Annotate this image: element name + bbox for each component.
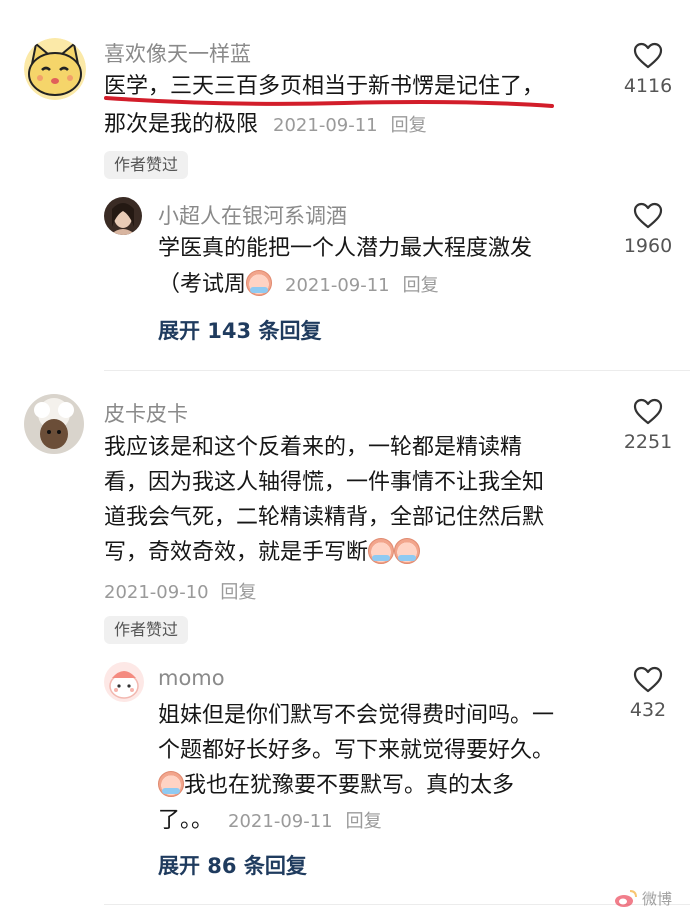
reply-text-line: 了。。 2021-09-11 回复 [158,804,382,839]
reply-button[interactable]: 回复 [220,582,256,603]
comment-username[interactable]: 皮卡皮卡 [104,398,188,428]
avatar-reply-user[interactable] [104,662,144,702]
reply-button[interactable]: 回复 [403,275,439,296]
reply-username[interactable]: momo [158,666,225,690]
like-count: 1960 [623,235,673,257]
comment-text-line: 那次是我的极限 [104,112,259,137]
heart-icon [633,666,663,693]
like-button[interactable]: 2251 [613,398,683,453]
comment-text-line: 那次是我的极限 2021-09-11 回复 [104,108,427,143]
reply-username[interactable]: 小超人在银河系调酒 [158,200,347,230]
like-count: 4116 [623,75,673,97]
comment-date: 2021-09-11 [273,115,378,136]
divider [104,370,690,371]
reply-text-line: 姐妹但是你们默写不会觉得费时间吗。一 [158,703,555,728]
cat-avatar-icon [24,38,86,100]
comment-text-line: 看，因为我这人轴得慌，一件事情不让我全知 [104,470,545,495]
like-count: 432 [629,699,667,721]
crying-emoji-icon [246,270,273,296]
heart-icon [633,42,663,69]
crying-emoji-icon [158,771,184,797]
author-liked-badge: 作者赞过 [104,616,189,644]
reply-date: 2021-09-11 [228,811,333,832]
avatar-reply-user[interactable] [104,197,142,235]
crying-emoji-icon [394,538,421,564]
reply-text-line: （考试周 2021-09-11 回复 [158,268,439,303]
weibo-logo-icon [614,890,637,907]
heart-icon [633,398,663,425]
reply-text-line: （考试周 [158,272,247,297]
comment-date: 2021-09-10 [104,582,209,603]
like-button[interactable]: 1960 [613,202,683,257]
avatar-cat[interactable] [24,38,86,100]
reply-date: 2021-09-11 [285,275,390,296]
user-avatar-icon [24,394,84,454]
avatar-pika[interactable] [24,394,84,454]
like-count: 2251 [623,431,673,453]
user-avatar-icon [104,662,144,702]
reply-button[interactable]: 回复 [346,811,382,832]
comment-text-line: 道我会气死，二轮精读精背，全部记住然后默 [104,505,545,530]
comment-text-line: 我应该是和这个反着来的，一轮都是精读精 [104,435,523,460]
expand-replies-link[interactable]: 展开 143 条回复 [158,315,321,345]
user-photo-icon [104,197,142,235]
divider [104,904,690,905]
reply-text-line: 学医真的能把一个人潜力最大程度激发 [158,236,533,261]
reply-text-line: 我也在犹豫要不要默写。真的太多 [184,773,515,798]
comment-meta: 2021-09-10 回复 [104,578,256,604]
author-liked-badge: 作者赞过 [104,151,189,179]
comment-username[interactable]: 喜欢像天一样蓝 [104,38,251,68]
heart-icon [633,202,663,229]
like-button[interactable]: 4116 [613,42,683,97]
weibo-watermark: 微博 [614,884,672,912]
crying-emoji-icon [368,538,395,564]
expand-replies-link[interactable]: 展开 86 条回复 [158,850,307,880]
comment-text-line: 写，奇效奇效，就是手写断 [104,536,421,570]
reply-text-line: 我也在犹豫要不要默写。真的太多 [158,769,514,803]
reply-text-line: 了。。 [158,808,214,833]
watermark-text: 微博 [641,889,672,908]
reply-button[interactable]: 回复 [391,115,427,136]
reply-text-line: 个题都好长好多。写下来就觉得要好久。 [158,738,555,763]
like-button[interactable]: 432 [613,666,683,721]
comment-text-line: 写，奇效奇效，就是手写断 [104,540,369,565]
